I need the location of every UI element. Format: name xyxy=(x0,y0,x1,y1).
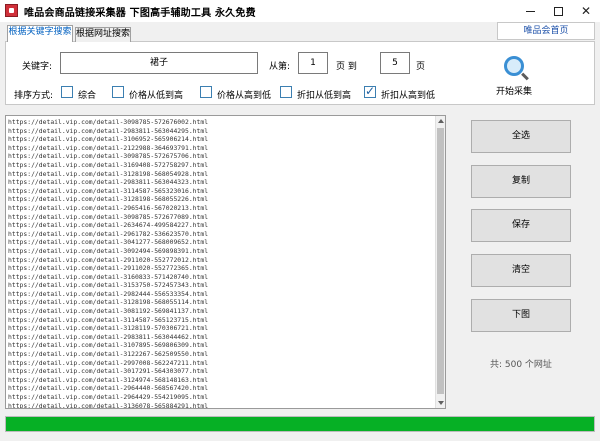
url-list-item[interactable]: https://detail.vip.com/detail-2964440-56… xyxy=(8,384,435,393)
copy-button[interactable]: 复制 xyxy=(471,165,571,198)
progress-bar xyxy=(5,416,595,432)
url-list-item[interactable]: https://detail.vip.com/detail-2961782-53… xyxy=(8,230,435,239)
sort-option-label: 折扣从低到高 xyxy=(297,91,352,101)
scroll-thumb[interactable] xyxy=(437,128,444,394)
url-list-item[interactable]: https://detail.vip.com/detail-2983811-56… xyxy=(8,333,435,342)
url-list-item[interactable]: https://detail.vip.com/detail-3041277-56… xyxy=(8,238,435,247)
url-list-item[interactable]: https://detail.vip.com/detail-3169408-57… xyxy=(8,161,435,170)
url-list-item[interactable]: https://detail.vip.com/detail-2983811-56… xyxy=(8,127,435,136)
keyword-label: 关键字: xyxy=(22,62,53,72)
sort-option-label: 综合 xyxy=(78,91,97,101)
maximize-button[interactable] xyxy=(544,0,572,22)
url-list-item[interactable]: https://detail.vip.com/detail-2982444-55… xyxy=(8,290,435,299)
url-list-item[interactable]: https://detail.vip.com/detail-3092494-56… xyxy=(8,247,435,256)
url-list-item[interactable]: https://detail.vip.com/detail-3081192-56… xyxy=(8,307,435,316)
url-count: 共: 500 个网址 xyxy=(490,360,552,370)
url-list-item[interactable]: https://detail.vip.com/detail-3160833-57… xyxy=(8,273,435,282)
download-images-button[interactable]: 下图 xyxy=(471,299,571,332)
url-list-item[interactable]: https://detail.vip.com/detail-3114587-56… xyxy=(8,316,435,325)
url-list-item[interactable]: https://detail.vip.com/detail-3128198-56… xyxy=(8,195,435,204)
url-list-item[interactable]: https://detail.vip.com/detail-3107895-56… xyxy=(8,341,435,350)
close-icon: ✕ xyxy=(580,4,592,18)
sort-label: 排序方式: xyxy=(14,91,54,101)
url-list-item[interactable]: https://detail.vip.com/detail-2965416-56… xyxy=(8,204,435,213)
url-list-content: https://detail.vip.com/detail-3098785-57… xyxy=(8,118,435,408)
sort-option-label: 折扣从高到低 xyxy=(381,91,436,101)
url-list-item[interactable]: https://detail.vip.com/detail-3114587-56… xyxy=(8,187,435,196)
url-list-item[interactable]: https://detail.vip.com/detail-3098785-57… xyxy=(8,213,435,222)
save-button[interactable]: 保存 xyxy=(471,209,571,242)
minimize-button[interactable] xyxy=(516,0,544,22)
url-list-item[interactable]: https://detail.vip.com/detail-3017291-56… xyxy=(8,367,435,376)
close-button[interactable]: ✕ xyxy=(572,0,600,22)
url-list-item[interactable]: https://detail.vip.com/detail-2997008-56… xyxy=(8,359,435,368)
minimize-icon xyxy=(525,10,535,12)
scroll-down-icon[interactable] xyxy=(438,401,444,405)
app-icon xyxy=(5,4,18,17)
tab-url-search[interactable]: 根据网址搜索 xyxy=(75,27,131,42)
maximize-icon xyxy=(553,6,563,16)
window-title: 唯品会商品链接采集器 下图高手辅助工具 永久免费 xyxy=(24,8,256,19)
select-all-button[interactable]: 全选 xyxy=(471,120,571,153)
url-list[interactable]: https://detail.vip.com/detail-3098785-57… xyxy=(5,115,446,409)
url-list-item[interactable]: https://detail.vip.com/detail-2983811-56… xyxy=(8,178,435,187)
vip-home-link[interactable]: 唯品会首页 xyxy=(497,22,595,40)
url-list-item[interactable]: https://detail.vip.com/detail-2122988-36… xyxy=(8,144,435,153)
scroll-up-icon[interactable] xyxy=(438,119,444,123)
from-page-input[interactable]: 1 xyxy=(298,52,328,74)
url-list-item[interactable]: https://detail.vip.com/detail-3098785-57… xyxy=(8,152,435,161)
sort-option-label: 价格从低到高 xyxy=(129,91,184,101)
url-list-item[interactable]: https://detail.vip.com/detail-2911020-55… xyxy=(8,264,435,273)
sort-checkbox-price-asc[interactable] xyxy=(112,86,124,98)
url-list-item[interactable]: https://detail.vip.com/detail-3128198-56… xyxy=(8,170,435,179)
sort-checkbox-discount-asc[interactable] xyxy=(280,86,292,98)
tab-keyword-search[interactable]: 根据关键字搜索 xyxy=(7,25,73,42)
search-icon[interactable] xyxy=(504,56,524,76)
url-list-item[interactable]: https://detail.vip.com/detail-3128119-57… xyxy=(8,324,435,333)
clear-button[interactable]: 清空 xyxy=(471,254,571,287)
from-page-label: 从第: xyxy=(269,62,291,72)
url-list-item[interactable]: https://detail.vip.com/detail-3124974-56… xyxy=(8,376,435,385)
title-bar: 唯品会商品链接采集器 下图高手辅助工具 永久免费 ✕ xyxy=(0,0,600,22)
sort-checkbox-discount-desc[interactable] xyxy=(364,84,376,98)
to-page-input[interactable]: 5 xyxy=(380,52,410,74)
progress-fill xyxy=(6,417,594,431)
page-label: 页 xyxy=(416,62,426,72)
url-list-item[interactable]: https://detail.vip.com/detail-3153750-57… xyxy=(8,281,435,290)
start-collect-button[interactable]: 开始采集 xyxy=(496,84,532,97)
page-to-label: 页 到 xyxy=(336,62,357,72)
url-list-item[interactable]: https://detail.vip.com/detail-2911020-55… xyxy=(8,256,435,265)
url-list-item[interactable]: https://detail.vip.com/detail-3098785-57… xyxy=(8,118,435,127)
vertical-scrollbar[interactable] xyxy=(435,116,445,408)
url-list-item[interactable]: https://detail.vip.com/detail-3128198-56… xyxy=(8,298,435,307)
sort-checkbox-price-desc[interactable] xyxy=(200,86,212,98)
url-list-item[interactable]: https://detail.vip.com/detail-3106952-56… xyxy=(8,135,435,144)
sort-checkbox-overall[interactable] xyxy=(61,86,73,98)
url-list-item[interactable]: https://detail.vip.com/detail-3122267-56… xyxy=(8,350,435,359)
url-list-item[interactable]: https://detail.vip.com/detail-2964429-55… xyxy=(8,393,435,402)
url-list-item[interactable]: https://detail.vip.com/detail-3136078-56… xyxy=(8,402,435,408)
url-list-item[interactable]: https://detail.vip.com/detail-2634674-49… xyxy=(8,221,435,230)
keyword-input[interactable]: 裙子 xyxy=(60,52,258,74)
sort-option-label: 价格从高到低 xyxy=(217,91,272,101)
